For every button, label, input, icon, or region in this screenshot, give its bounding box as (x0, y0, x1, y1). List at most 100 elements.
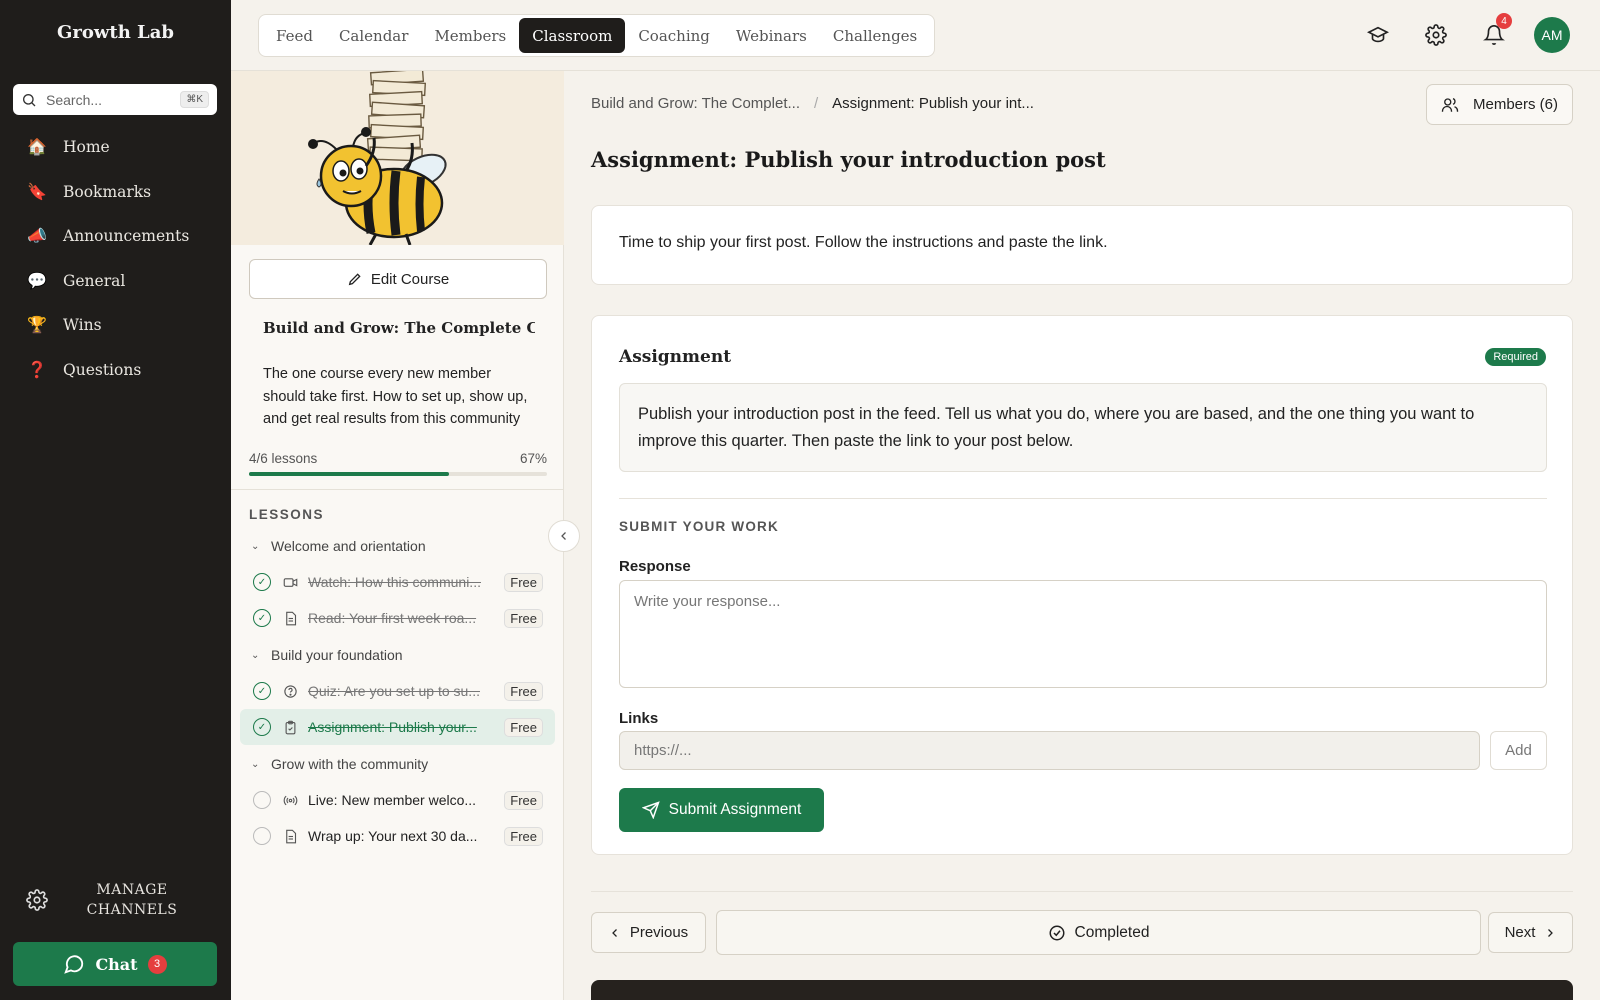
page-title: Assignment: Publish your introduction po… (591, 147, 1106, 172)
check-circle-icon: ✓ (253, 609, 271, 627)
lesson-title: Wrap up: Your next 30 da... (308, 828, 478, 844)
document-icon (281, 827, 299, 845)
tab-classroom[interactable]: Classroom (519, 18, 626, 53)
nav-item-label: Home (63, 138, 110, 157)
next-section-card (591, 980, 1573, 1000)
check-circle-icon (1049, 925, 1065, 940)
lesson-item[interactable]: ✓ Watch: How this communi... Free (240, 564, 555, 600)
gear-icon (26, 889, 48, 911)
tab-webinars[interactable]: Webinars (723, 18, 820, 53)
bookmark-icon: 🔖 (27, 183, 47, 201)
users-icon (1441, 97, 1459, 112)
tab-members[interactable]: Members (421, 18, 519, 53)
submit-label: Submit Assignment (668, 801, 802, 818)
lessons-heading: LESSONS (249, 507, 325, 522)
nav-item-label: Bookmarks (63, 182, 152, 201)
notifications-button[interactable]: 4 (1476, 13, 1512, 53)
sidebar: Growth Lab Search... ⌘K 🏠 Home 🔖 Bookmar… (0, 0, 231, 1000)
lesson-item[interactable]: ✓ Quiz: Are you set up to su... Free (240, 673, 555, 709)
next-label: Next (1504, 924, 1536, 941)
search-icon (23, 93, 36, 106)
previous-button[interactable]: Previous (591, 912, 706, 953)
chevron-right-icon (1548, 928, 1554, 937)
lesson-item[interactable]: Live: New member welco... Free (240, 782, 555, 818)
lesson-title: Read: Your first week roa... (308, 610, 477, 626)
edit-course-button[interactable]: Edit Course (249, 259, 547, 299)
manage-channels-button[interactable]: MANAGE CHANNELS (26, 880, 216, 920)
divider (591, 891, 1573, 892)
lesson-section-header[interactable]: ⌄ Build your foundation (240, 637, 555, 673)
assignment-instructions: Publish your introduction post in the fe… (619, 383, 1547, 472)
nav-item-label: Announcements (63, 227, 190, 246)
section-title: Grow with the community (271, 756, 429, 772)
nav-item-home[interactable]: 🏠 Home (0, 125, 231, 170)
links-input[interactable]: https://... (619, 731, 1480, 770)
divider (619, 498, 1547, 499)
free-badge: Free (504, 681, 543, 701)
top-actions: 4 AM (1338, 13, 1570, 53)
main-content: Build and Grow: The Complet... / Assignm… (564, 71, 1600, 1000)
members-button[interactable]: Members (6) (1425, 84, 1573, 125)
tab-challenges[interactable]: Challenges (820, 18, 930, 53)
lesson-title: Live: New member welco... (308, 792, 477, 808)
brand-title[interactable]: Growth Lab (0, 22, 231, 43)
breadcrumb-course-link[interactable]: Build and Grow: The Complet... (591, 95, 800, 112)
trophy-icon: 🏆 (27, 317, 47, 335)
settings-button[interactable] (1418, 17, 1454, 53)
assignment-card: Assignment Required Publish your introdu… (591, 315, 1573, 855)
search-box[interactable]: Search... ⌘K (13, 84, 217, 115)
megaphone-icon: 📣 (27, 228, 47, 246)
links-label: Links (619, 710, 659, 727)
progress-bar-fill (249, 472, 449, 476)
lesson-list: ⌄ Welcome and orientation ✓ Watch: How this… (240, 528, 555, 854)
progress-percent: 67% (519, 451, 547, 466)
previous-label: Previous (629, 924, 689, 941)
lesson-item[interactable]: ✓ Read: Your first week roa... Free (240, 600, 555, 636)
lesson-item[interactable]: Wrap up: Your next 30 da... Free (240, 818, 555, 854)
submit-assignment-button[interactable]: Submit Assignment (619, 788, 824, 832)
lessons-progress-text: 4/6 lessons (249, 451, 318, 466)
members-label: Members (6) (1472, 96, 1558, 113)
video-icon (281, 573, 299, 591)
bee-carrying-papers-illustration (308, 71, 447, 245)
nav-item-wins[interactable]: 🏆 Wins (0, 303, 231, 348)
search-input[interactable]: Search... (46, 92, 180, 108)
question-mark-icon: ❓ (27, 361, 47, 379)
tab-coaching[interactable]: Coaching (625, 18, 723, 53)
quiz-icon (281, 682, 299, 700)
lesson-section-header[interactable]: ⌄ Welcome and orientation (240, 528, 555, 564)
add-link-button[interactable]: Add (1490, 731, 1547, 770)
send-icon (641, 801, 660, 819)
free-badge: Free (504, 790, 543, 810)
lesson-item[interactable]: ✓ Assignment: Publish your... Free (240, 709, 555, 745)
response-textarea[interactable]: Write your response... (619, 580, 1547, 688)
completed-label: Completed (1074, 923, 1150, 941)
tab-feed[interactable]: Feed (263, 18, 326, 53)
nav-item-bookmarks[interactable]: 🔖 Bookmarks (0, 170, 231, 215)
next-button[interactable]: Next (1488, 912, 1573, 953)
nav-item-general[interactable]: 💬 General (0, 259, 231, 304)
pencil-icon (348, 273, 361, 286)
speech-bubble-icon: 💬 (27, 272, 47, 290)
gear-icon (1425, 24, 1447, 46)
completed-button[interactable]: Completed (716, 910, 1481, 955)
main-tabs: Feed Calendar Members Classroom Coaching… (258, 14, 936, 57)
progress-bar (249, 472, 547, 476)
empty-circle-icon (253, 791, 271, 809)
free-badge: Free (504, 717, 543, 737)
avatar[interactable]: AM (1534, 17, 1570, 53)
notification-badge: 4 (1496, 13, 1512, 29)
response-label: Response (619, 558, 691, 575)
search-shortcut: ⌘K (180, 91, 209, 108)
nav-item-questions[interactable]: ❓ Questions (0, 348, 231, 393)
check-circle-icon: ✓ (253, 682, 271, 700)
chat-button[interactable]: Chat 3 (13, 942, 217, 986)
edit-course-label: Edit Course (370, 270, 450, 288)
tab-calendar[interactable]: Calendar (326, 18, 421, 53)
graduation-cap-button[interactable] (1360, 17, 1396, 53)
breadcrumb: Build and Grow: The Complet... / Assignm… (591, 95, 1034, 112)
divider (231, 489, 564, 490)
nav-item-announcements[interactable]: 📣 Announcements (0, 214, 231, 259)
lesson-section-header[interactable]: ⌄ Grow with the community (240, 746, 555, 782)
section-title: Build your foundation (271, 647, 403, 663)
